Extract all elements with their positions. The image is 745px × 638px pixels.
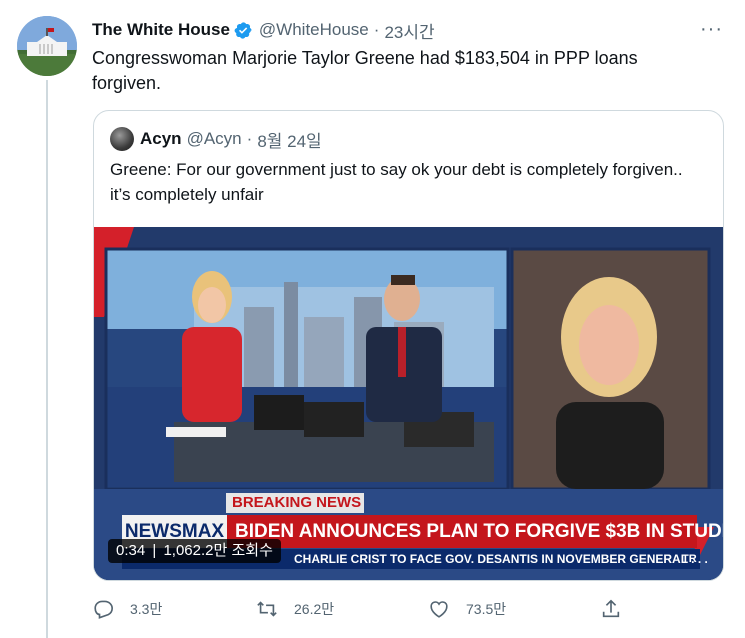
quoted-avatar[interactable] <box>110 127 134 151</box>
view-count: 1,062.2만 조회수 <box>163 542 273 559</box>
avatar[interactable] <box>17 16 77 76</box>
breaking-news-label: BREAKING NEWS <box>226 493 364 513</box>
reply-icon <box>94 600 113 619</box>
share-icon <box>602 599 620 618</box>
separator-dot: · <box>246 129 253 148</box>
quoted-tweet-text: Greene: For our government just to say o… <box>110 160 683 204</box>
quoted-handle[interactable]: @Acyn <box>187 129 242 149</box>
display-name[interactable]: The White House <box>92 20 230 40</box>
video-stats-badge: 0:34 | 1,062.2만 조회수 <box>108 539 281 563</box>
retweet-button[interactable]: 26.2만 <box>256 596 334 622</box>
verified-badge-icon <box>234 21 252 39</box>
separator-dot: · <box>373 20 380 39</box>
quoted-tweet-header: Acyn @Acyn · 8월 24일 <box>110 127 322 151</box>
reply-count: 3.3만 <box>130 601 163 617</box>
like-count: 73.5만 <box>466 601 507 617</box>
quoted-tweet[interactable]: Acyn @Acyn · 8월 24일 Greene: For our gove… <box>93 110 724 581</box>
share-button[interactable] <box>600 596 638 622</box>
ticker-tag: TR <box>682 553 697 565</box>
more-options-button[interactable]: ··· <box>700 18 723 41</box>
tweet-actions: 3.3만 26.2만 73.5만 <box>92 596 652 622</box>
quoted-display-name[interactable]: Acyn <box>140 129 182 149</box>
tweet-text: Congresswoman Marjorie Taylor Greene had… <box>92 48 638 93</box>
news-ticker: CHARLIE CRIST TO FACE GOV. DESANTIS IN N… <box>294 552 708 566</box>
tweet-header: The White House @WhiteHouse · 23시간 ··· <box>92 18 727 42</box>
heart-icon <box>430 601 448 618</box>
like-button[interactable]: 73.5만 <box>428 596 506 622</box>
video-duration: 0:34 <box>116 542 146 559</box>
retweet-icon <box>257 601 277 617</box>
reply-button[interactable]: 3.3만 <box>92 596 162 622</box>
retweet-count: 26.2만 <box>294 601 335 617</box>
quoted-timestamp[interactable]: 8월 24일 <box>257 127 321 152</box>
thread-line <box>46 80 48 638</box>
handle[interactable]: @WhiteHouse <box>259 20 369 40</box>
white-house-logo <box>17 16 77 76</box>
news-headline: BIDEN ANNOUNCES PLAN TO FORGIVE $3B IN S… <box>227 515 723 548</box>
timestamp[interactable]: 23시간 <box>384 18 434 43</box>
badge-separator: | <box>152 542 157 559</box>
video-player[interactable]: BREAKING NEWS NEWSMAX BIDEN ANNOUNCES PL… <box>94 227 723 580</box>
